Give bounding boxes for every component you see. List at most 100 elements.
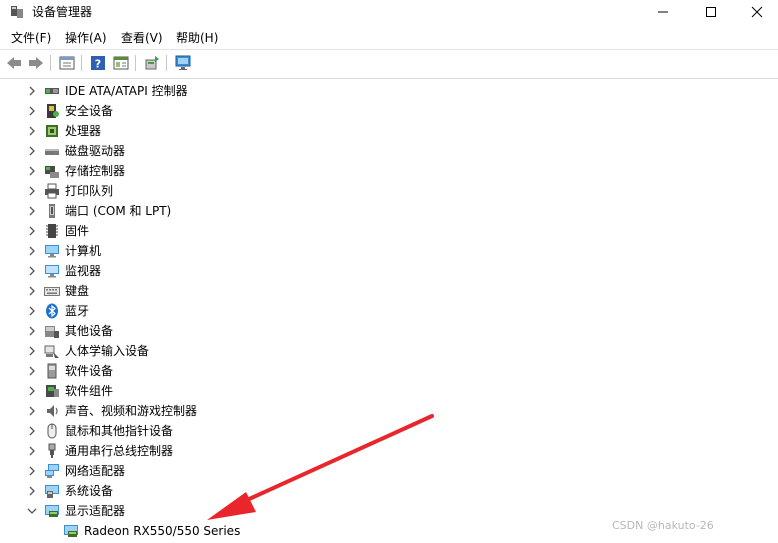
chevron-right-icon[interactable]	[25, 424, 39, 438]
tree-item-firmware[interactable]: 固件	[0, 221, 778, 241]
mouse-icon	[47, 423, 57, 439]
tree-item-hid[interactable]: 人体学输入设备	[0, 341, 778, 361]
chevron-right-icon[interactable]	[25, 124, 39, 138]
tree-item-label: 人体学输入设备	[65, 344, 150, 358]
printer-icon	[45, 183, 59, 199]
tree-item-print-queue[interactable]: 打印队列	[0, 181, 778, 201]
tree-item-label: 软件设备	[65, 364, 114, 378]
chevron-right-icon[interactable]	[25, 204, 39, 218]
computer-icon	[45, 245, 59, 258]
chevron-down-icon[interactable]	[25, 504, 39, 518]
other-devices-icon	[45, 326, 59, 338]
chevron-right-icon[interactable]	[25, 444, 39, 458]
ide-controller-icon	[45, 88, 59, 94]
tree-item-ports[interactable]: 端口 (COM 和 LPT)	[0, 201, 778, 221]
tree-item-label: 键盘	[65, 284, 90, 298]
tree-item-label: 其他设备	[65, 324, 114, 338]
tree-item-sound-video-game[interactable]: 声音、视频和游戏控制器	[0, 401, 778, 421]
toolbar-separator	[81, 55, 82, 71]
tree-item-network-adapter[interactable]: 网络适配器	[0, 461, 778, 481]
tree-item-display-adapters[interactable]: 显示适配器	[0, 501, 778, 521]
properties-icon	[59, 56, 75, 70]
toolbar-separator	[166, 55, 167, 71]
chevron-right-icon[interactable]	[25, 184, 39, 198]
tree-item-label: 磁盘驱动器	[65, 144, 126, 158]
back-button[interactable]	[4, 53, 24, 73]
tree-item-computer[interactable]: 计算机	[0, 241, 778, 261]
chevron-right-icon[interactable]	[25, 344, 39, 358]
toolbar-separator	[135, 55, 136, 71]
tree-item-keyboard[interactable]: 键盘	[0, 281, 778, 301]
bluetooth-icon	[46, 303, 58, 319]
properties-button[interactable]	[57, 53, 77, 73]
maximize-icon	[706, 7, 716, 17]
tree-item-mouse[interactable]: 鼠标和其他指针设备	[0, 421, 778, 441]
menu-action[interactable]: 操作(A)	[65, 30, 107, 46]
tree-item-software-component[interactable]: 软件组件	[0, 381, 778, 401]
chevron-right-icon[interactable]	[25, 304, 39, 318]
back-icon	[7, 57, 21, 69]
chevron-right-icon[interactable]	[25, 264, 39, 278]
sound-icon	[47, 405, 58, 417]
chevron-right-icon[interactable]	[25, 464, 39, 478]
hid-icon	[44, 345, 59, 358]
chevron-right-icon[interactable]	[25, 364, 39, 378]
monitor-icon	[45, 265, 59, 278]
view-icon	[113, 56, 129, 70]
software-component-icon	[46, 385, 59, 397]
scan-hardware-button[interactable]	[173, 53, 193, 73]
forward-button[interactable]	[26, 53, 46, 73]
tree-item-storage-controller[interactable]: 存储控制器	[0, 161, 778, 181]
tree-item-disk-drive[interactable]: 磁盘驱动器	[0, 141, 778, 161]
tree-item-label: Radeon RX550/550 Series	[84, 524, 241, 538]
maximize-button[interactable]	[688, 0, 734, 24]
device-tree: IDE ATA/ATAPI 控制器 安全设备 处理器 磁盘驱动器 存储控制器 打…	[0, 79, 778, 543]
chevron-right-icon[interactable]	[25, 484, 39, 498]
software-device-icon	[47, 363, 57, 379]
chevron-right-icon[interactable]	[25, 104, 39, 118]
tree-item-label: 软件组件	[65, 384, 114, 398]
storage-controller-icon	[45, 166, 59, 178]
device-manager-app-icon	[11, 6, 23, 18]
tree-item-ide-controller[interactable]: IDE ATA/ATAPI 控制器	[0, 81, 778, 101]
chevron-right-icon[interactable]	[25, 164, 39, 178]
scan-hardware-icon	[175, 55, 191, 70]
menu-help[interactable]: 帮助(H)	[176, 30, 218, 46]
tree-item-label: 安全设备	[65, 104, 114, 118]
tree-item-label: 显示适配器	[65, 504, 126, 518]
chevron-right-icon[interactable]	[25, 384, 39, 398]
tree-item-software-device[interactable]: 软件设备	[0, 361, 778, 381]
menu-file[interactable]: 文件(F)	[11, 30, 51, 46]
chevron-right-icon[interactable]	[25, 404, 39, 418]
disk-drive-icon	[45, 149, 59, 155]
tree-item-bluetooth[interactable]: 蓝牙	[0, 301, 778, 321]
tree-item-label: 打印队列	[65, 184, 114, 198]
title-bar: 设备管理器	[0, 0, 778, 26]
minimize-icon	[658, 11, 668, 13]
chevron-right-icon[interactable]	[25, 284, 39, 298]
toolbar: ?	[0, 50, 778, 77]
view-button[interactable]	[111, 53, 131, 73]
help-button[interactable]: ?	[88, 53, 108, 73]
minimize-button[interactable]	[640, 0, 686, 24]
chevron-right-icon[interactable]	[25, 224, 39, 238]
menu-view[interactable]: 查看(V)	[121, 30, 163, 46]
window-title: 设备管理器	[32, 5, 93, 19]
tree-item-label: 端口 (COM 和 LPT)	[65, 204, 172, 218]
tree-item-system-devices[interactable]: 系统设备	[0, 481, 778, 501]
display-adapter-icon	[64, 525, 78, 537]
menu-bar: 文件(F) 操作(A) 查看(V) 帮助(H)	[0, 27, 778, 49]
chevron-right-icon[interactable]	[25, 244, 39, 258]
update-driver-button[interactable]	[142, 53, 162, 73]
chevron-right-icon[interactable]	[25, 144, 39, 158]
chevron-right-icon[interactable]	[25, 84, 39, 98]
tree-item-label: 监视器	[65, 264, 102, 278]
close-button[interactable]	[734, 0, 778, 24]
tree-item-security-device[interactable]: 安全设备	[0, 101, 778, 121]
tree-item-other-devices[interactable]: 其他设备	[0, 321, 778, 341]
tree-item-label: 蓝牙	[65, 304, 90, 318]
chevron-right-icon[interactable]	[25, 324, 39, 338]
tree-item-monitor[interactable]: 监视器	[0, 261, 778, 281]
tree-item-usb-controller[interactable]: 通用串行总线控制器	[0, 441, 778, 461]
tree-item-processor[interactable]: 处理器	[0, 121, 778, 141]
